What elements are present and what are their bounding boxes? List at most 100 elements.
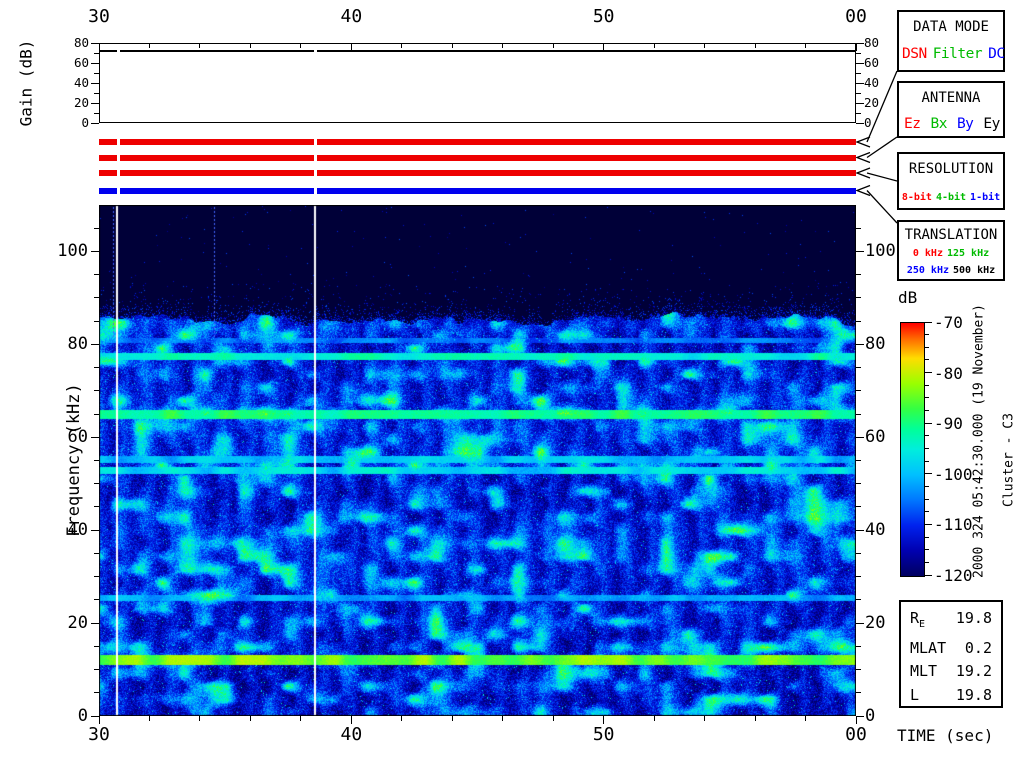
axis-tick [502,716,504,721]
colorbar-units-label: dB [898,288,918,307]
axis-tick [91,715,99,717]
info-box-values-2: 8-bit 4-bit 1-bit [899,192,1003,203]
axis-tick [925,359,929,361]
axis-tick [805,716,807,721]
spacecraft-vertical-label: Cluster - C3 [1001,413,1017,507]
axis-tick [704,716,706,721]
info-item-0-khz: 0 kHz [912,248,943,259]
axis-tick [856,506,861,508]
axis-tick [856,72,861,74]
data-mode-box: DATA MODE DSN Filter DC [897,10,1005,72]
tick-label: 60 [73,55,89,70]
tick-label: 0 [864,115,872,130]
ephemeris-label: MLT [910,662,938,680]
arrowhead-icon [855,151,871,164]
tick-label: 80 [864,35,880,50]
axis-tick [91,82,99,84]
axis-tick [925,422,932,424]
datetime-vertical-label: 2000 324 05:42:30.000 (19 November) [971,304,987,578]
axis-tick [94,413,99,415]
tick-label: 80 [73,35,89,50]
axis-tick [552,716,554,721]
axis-tick [653,716,655,721]
tick-label: 20 [864,95,880,110]
axis-tick [925,397,929,399]
axis-tick [91,42,99,44]
tick-label: 60 [864,55,880,70]
axis-tick [300,43,302,48]
ephemeris-label: L [910,685,920,704]
axis-tick [148,43,150,48]
axis-tick [856,390,861,392]
axis-tick [94,692,99,694]
axis-tick [94,52,99,54]
antenna-bar [119,154,314,161]
axis-tick [856,320,861,322]
axis-tick [91,250,99,252]
tick-label: 100 [865,241,896,262]
axis-tick [91,62,99,64]
tick-label: 0 [77,706,88,726]
callout-line [866,190,898,224]
tick-label: 50 [592,6,615,27]
translation-box: TRANSLATION 0 kHz 125 kHz 250 kHz 500 kHz [897,220,1005,281]
arrowhead-icon [855,184,871,197]
axis-tick [94,112,99,114]
axis-tick [925,511,929,513]
axis-tick [925,549,929,551]
axis-tick [925,448,929,449]
axis-tick [94,460,99,461]
tick-label: 20 [73,95,89,110]
axis-tick [805,43,807,48]
axis-tick [552,43,554,48]
axis-tick [98,716,100,724]
colorbar [900,322,925,577]
info-box-value-row: DSN Filter DC [899,46,1005,62]
tick-label: -90 [934,414,963,434]
wbd-spectrogram-display: Gain (dB) Frequency (kHz) dB 2000 324 05… [0,0,1024,768]
axis-tick [856,122,864,124]
info-item-ey: Ey [983,116,1000,132]
info-item-filter: Filter [932,46,983,62]
tick-label: -100 [934,464,973,484]
axis-tick [94,274,99,276]
info-item-500-khz: 500 kHz [953,265,996,276]
axis-tick [199,716,201,721]
tick-label: -80 [934,363,963,383]
tick-label: 40 [865,520,886,541]
arrowhead-icon [855,136,871,148]
info-item-4-bit: 4-bit [935,192,967,203]
axis-tick [925,498,929,500]
translation-bar [119,187,314,194]
axis-tick [856,622,864,624]
axis-tick [856,52,861,54]
axis-tick [856,599,861,601]
axis-tick [856,692,861,694]
axis-tick [856,250,864,252]
axis-tick [401,716,403,721]
axis-tick [925,473,932,475]
axis-tick [856,297,861,299]
axis-tick [199,43,201,48]
axis-tick [94,92,99,94]
axis-tick [925,523,932,525]
axis-tick [401,43,403,48]
axis-tick [856,343,864,345]
axis-tick [925,410,929,412]
tick-label: 40 [67,520,88,541]
axis-tick [91,102,99,104]
ephemeris-row-mlat: MLAT 0.2 [910,637,992,661]
tick-label: -110 [934,515,973,535]
resolution-box: RESOLUTION 8-bit 4-bit 1-bit [897,152,1005,210]
info-item-bx: Bx [930,116,947,132]
axis-tick [925,372,932,374]
tick-label: 30 [88,724,110,745]
tick-label: 60 [865,427,886,448]
info-item-dsn: DSN [902,46,927,62]
axis-tick [925,435,929,437]
axis-tick [856,367,861,369]
info-item-ez: Ez [904,116,921,132]
tick-label: 40 [73,75,89,90]
info-item-dc: DC [988,46,1005,62]
axis-tick [925,561,929,563]
